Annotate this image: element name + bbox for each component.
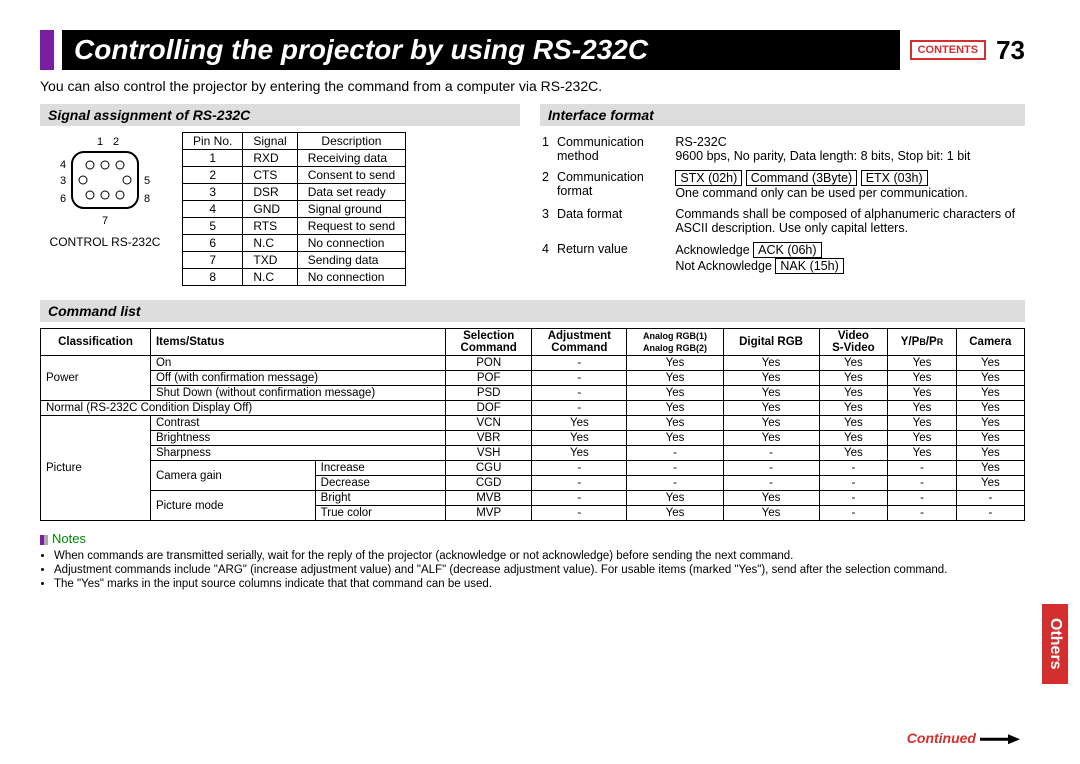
- side-tab-others[interactable]: Others: [1042, 604, 1068, 684]
- connector-diagram: 12 4 3 6 5 8 7 CONTROL RS-232C: [40, 132, 170, 249]
- section-command-heading: Command list: [40, 300, 1025, 322]
- svg-text:6: 6: [60, 193, 66, 205]
- note-item: The "Yes" marks in the input source colu…: [54, 578, 1025, 590]
- interface-table: 1 Communication method RS-232C9600 bps, …: [540, 132, 1025, 280]
- svg-text:1: 1: [97, 136, 103, 148]
- svg-text:4: 4: [60, 159, 66, 171]
- svg-text:7: 7: [102, 215, 108, 227]
- connector-label: CONTROL RS-232C: [40, 235, 170, 249]
- accent-bar: [40, 30, 54, 70]
- svg-text:5: 5: [144, 175, 150, 187]
- command-table: Classification Items/Status SelectionCom…: [40, 328, 1025, 521]
- arrow-icon: [980, 734, 1020, 744]
- notes-heading: Notes: [40, 531, 1025, 546]
- continued-label: Continued: [907, 730, 1020, 746]
- contents-button[interactable]: CONTENTS: [910, 40, 987, 60]
- pin-table: Pin No.SignalDescription 1RXDReceiving d…: [182, 132, 406, 286]
- section-signal-heading: Signal assignment of RS-232C: [40, 104, 520, 126]
- svg-text:3: 3: [60, 175, 66, 187]
- svg-text:2: 2: [113, 136, 119, 148]
- note-item: Adjustment commands include "ARG" (incre…: [54, 564, 1025, 576]
- page-number: 73: [996, 35, 1025, 66]
- svg-text:8: 8: [144, 193, 150, 205]
- section-interface-heading: Interface format: [540, 104, 1025, 126]
- intro-text: You can also control the projector by en…: [40, 78, 1025, 94]
- note-item: When commands are transmitted serially, …: [54, 550, 1025, 562]
- notes-list: When commands are transmitted serially, …: [40, 550, 1025, 590]
- page-title: Controlling the projector by using RS-23…: [62, 30, 900, 70]
